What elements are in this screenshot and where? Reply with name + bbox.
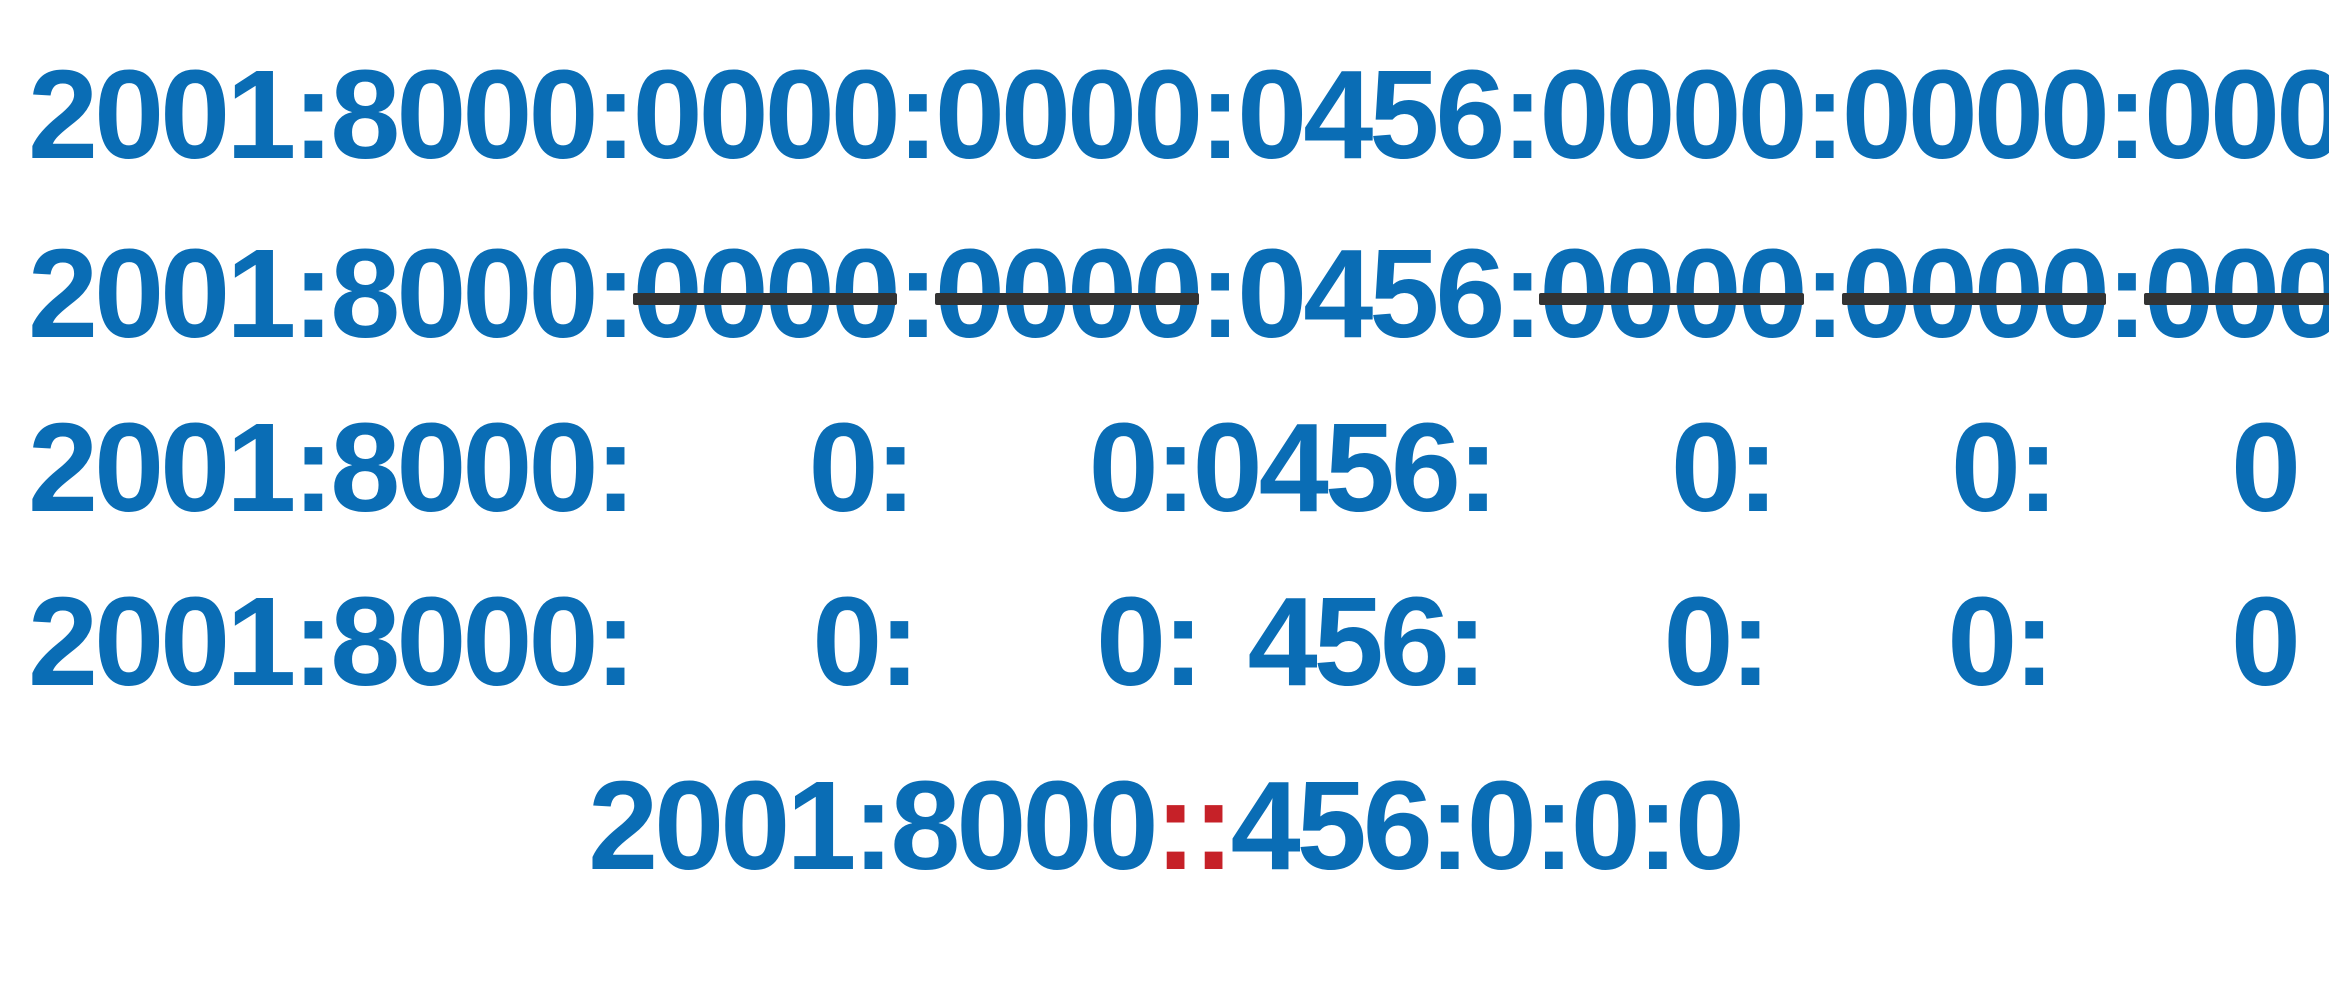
group: 0: [1088, 397, 1159, 538]
colon: :: [896, 44, 939, 185]
group: 0456: [1192, 397, 1461, 538]
colon: :: [878, 571, 920, 712]
group: 0: [1947, 571, 2017, 712]
colon: :: [1154, 397, 1197, 538]
group: 2001: [28, 223, 296, 364]
group: 8000: [330, 44, 598, 185]
colon: :: [896, 223, 939, 364]
group-struck: 0000: [2143, 231, 2329, 357]
colon: :: [292, 223, 334, 364]
colon: :: [1803, 44, 1846, 185]
group-struck: 0000: [934, 223, 1203, 364]
group: 2001: [28, 571, 296, 712]
group: 0456: [1237, 44, 1505, 185]
colon: :: [1729, 571, 1772, 712]
colon: :: [292, 571, 334, 712]
colon: :: [292, 397, 334, 538]
group: 0456: [1237, 223, 1505, 364]
colon: :: [1803, 223, 1846, 364]
group: 0: [1663, 571, 1733, 712]
colon: :: [1162, 571, 1204, 712]
colon: :: [2106, 223, 2148, 364]
colon: :: [1199, 223, 1241, 364]
group: 0: [2230, 571, 2301, 712]
colon: :: [594, 397, 637, 538]
group: 0000: [632, 44, 901, 185]
colon: :: [594, 223, 637, 364]
group: 8000: [330, 223, 598, 364]
colon: :: [1456, 397, 1499, 538]
group: 2001: [28, 44, 296, 185]
group: 0: [1950, 397, 2021, 538]
colon: :: [2013, 571, 2055, 712]
colon: :: [292, 44, 334, 185]
group: 0000: [2143, 44, 2329, 185]
group: 0: [808, 397, 879, 538]
colon: :: [874, 397, 917, 538]
address-collapsed: 2001 : 8000 : 0 : 0 : 0456 : 0 : 0 : 0: [28, 393, 2301, 543]
group: 0: [1095, 571, 1166, 712]
address-compressed: 2001:8000 :: 456:0:0:0: [0, 750, 2329, 900]
compressed-prefix: 2001:8000: [588, 754, 1159, 896]
group-struck: 0000: [632, 223, 901, 364]
group: 2001: [28, 397, 296, 538]
compressed-suffix: 456:0:0:0: [1230, 754, 1745, 896]
group: 0: [2230, 397, 2301, 538]
group: 456: [1247, 571, 1450, 712]
colon: :: [1445, 571, 1488, 712]
address-trimmed: 2001 : 8000 : 0 : 0 : 456 : 0 : 0 : 0: [28, 567, 2301, 717]
colon: :: [2106, 44, 2148, 185]
group-struck: 0000: [1539, 223, 1808, 364]
address-struck: 2001 : 8000 : 0000 : 0000 : 0456 : 0000 …: [28, 219, 2329, 369]
group: 0000: [934, 44, 1203, 185]
group: 8000: [330, 397, 598, 538]
colon: :: [2017, 397, 2059, 538]
group: 0: [1670, 397, 1741, 538]
colon: :: [594, 44, 637, 185]
colon: :: [1501, 44, 1543, 185]
group-struck: 0000: [1841, 223, 2110, 364]
address-full: 2001 : 8000 : 0000 : 0000 : 0456 : 0000 …: [28, 40, 2329, 190]
double-colon: ::: [1154, 754, 1235, 896]
group: 0000: [1539, 44, 1807, 185]
colon: :: [1736, 397, 1779, 538]
group: 8000: [330, 571, 598, 712]
colon: :: [594, 571, 637, 712]
group: 0000: [1841, 44, 2110, 185]
group: 0: [812, 571, 882, 712]
colon: :: [1501, 223, 1543, 364]
colon: :: [1199, 44, 1241, 185]
